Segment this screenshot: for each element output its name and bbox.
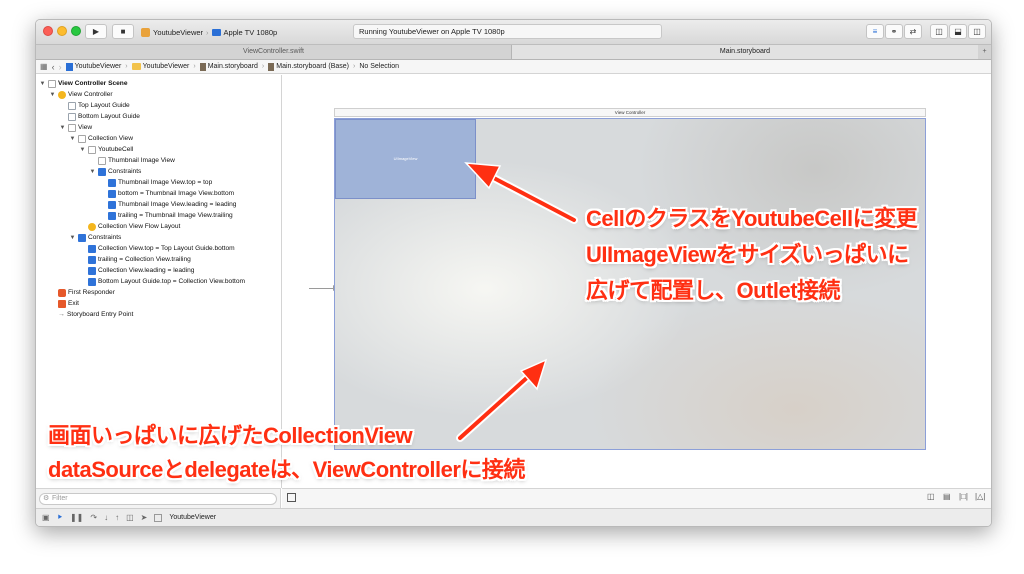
annotation-arrows xyxy=(456,162,578,442)
annotation-cell-line-3: 広げて配置し、Outlet接続 xyxy=(586,278,841,303)
annotation-cv-line-1: 画面いっぱいに広げたCollectionView xyxy=(48,423,413,448)
arrow-to-collection-view xyxy=(456,358,548,442)
annotation-cv-line-2: dataSourceとdelegateは、ViewControllerに接続 xyxy=(48,457,525,482)
annotation-cell-line-1: CellのクラスをYoutubeCellに変更 xyxy=(586,206,918,231)
arrow-to-cell xyxy=(464,162,578,224)
annotation-cell-line-2: UIImageViewをサイズいっぱいに xyxy=(586,242,909,267)
